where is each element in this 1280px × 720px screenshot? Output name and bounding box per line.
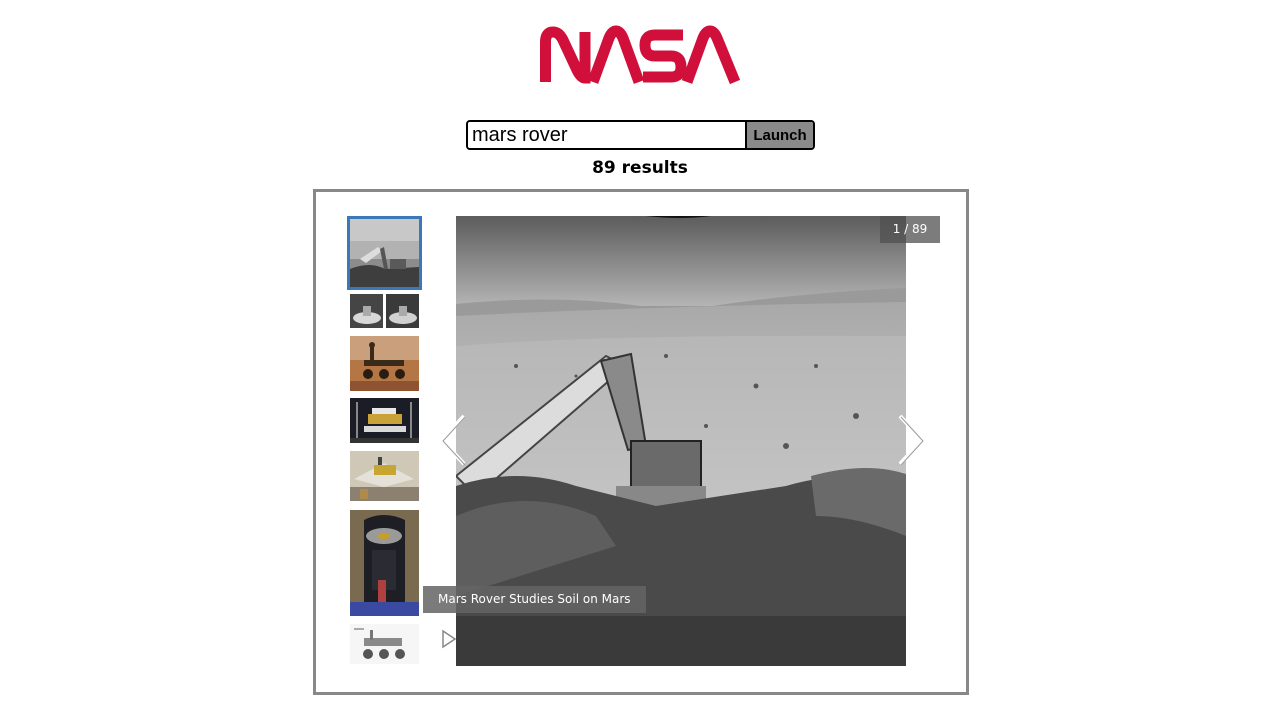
thumbnail-strip[interactable]: [347, 216, 422, 668]
thumbnail-item[interactable]: [350, 510, 419, 616]
image-gallery: 1 / 89 Mars Rover Studies Soil on Mars: [313, 189, 969, 695]
thumbnail-item-active[interactable]: [347, 216, 422, 290]
nasa-worm-logo: [540, 25, 741, 85]
search-form: Launch: [466, 120, 815, 150]
thumbnail-item[interactable]: [350, 294, 419, 328]
play-icon[interactable]: [440, 629, 458, 649]
thumbnail-item[interactable]: [350, 451, 419, 501]
search-input[interactable]: [468, 122, 745, 148]
nasa-logo: [537, 24, 743, 88]
thumbnail-item[interactable]: [350, 624, 419, 664]
thumbnail-item[interactable]: [350, 398, 419, 443]
launch-button[interactable]: Launch: [745, 122, 813, 148]
chevron-left-icon[interactable]: [434, 412, 470, 468]
results-count: 89 results: [592, 158, 688, 178]
image-caption: Mars Rover Studies Soil on Mars: [423, 586, 646, 613]
image-counter: 1 / 89: [880, 216, 940, 243]
thumbnail-item[interactable]: [350, 336, 419, 391]
chevron-right-icon[interactable]: [894, 412, 930, 468]
